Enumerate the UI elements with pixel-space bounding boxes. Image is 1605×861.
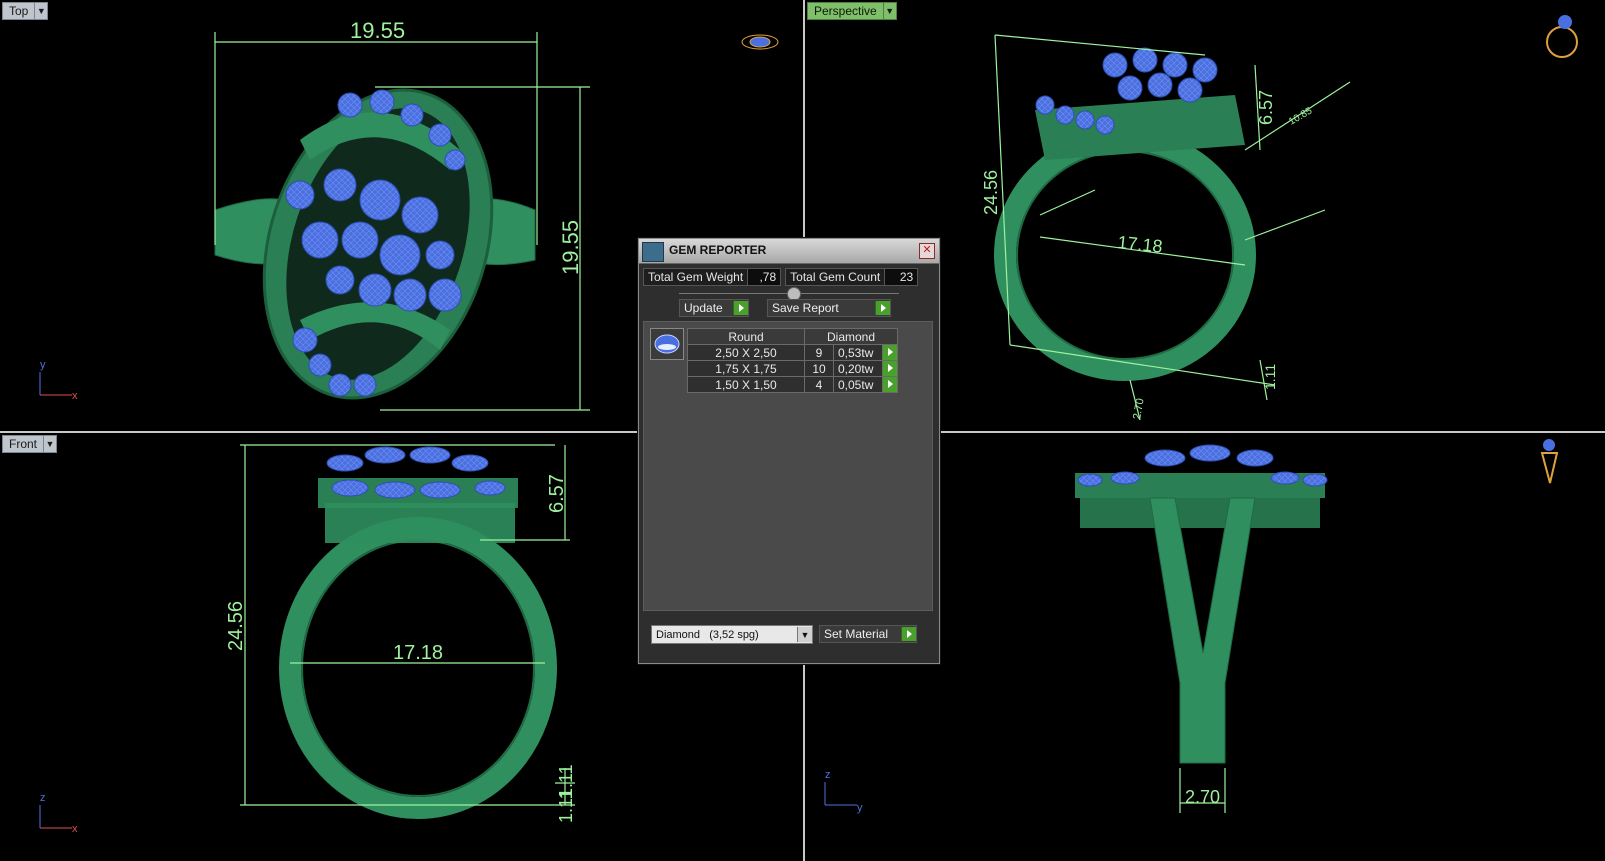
play-icon[interactable] bbox=[882, 360, 898, 377]
close-icon[interactable]: ✕ bbox=[919, 243, 935, 259]
table-row[interactable]: 1,50 X 1,50 4 0,05tw bbox=[687, 376, 898, 393]
column-header-shape: Round bbox=[687, 328, 805, 345]
dim-top-height: 19.55 bbox=[558, 220, 583, 275]
dim-persp-depth: 10.85 bbox=[1287, 105, 1315, 127]
gem-weight: 0,53tw bbox=[833, 344, 883, 361]
dim-persp-height: 24.56 bbox=[981, 170, 1001, 215]
dialog-title: GEM REPORTER bbox=[669, 243, 767, 257]
column-header-material: Diamond bbox=[804, 328, 898, 345]
chevron-down-icon[interactable]: ▼ bbox=[797, 627, 812, 642]
play-icon[interactable] bbox=[882, 376, 898, 393]
viewport-label: Perspective bbox=[807, 2, 884, 20]
dim-top-width: 19.55 bbox=[350, 18, 405, 43]
total-count-label: Total Gem Count bbox=[790, 270, 881, 284]
play-icon[interactable] bbox=[901, 627, 916, 641]
svg-text:z: z bbox=[825, 769, 831, 781]
svg-text:z: z bbox=[40, 792, 46, 804]
gem-weight: 0,05tw bbox=[833, 376, 883, 393]
save-report-button[interactable]: Save Report bbox=[767, 299, 891, 317]
round-gem-icon[interactable] bbox=[650, 328, 684, 360]
save-report-label: Save Report bbox=[772, 301, 839, 315]
dim-persp-inner: 17.18 bbox=[1117, 232, 1164, 257]
total-weight: Total Gem Weight ,78 bbox=[643, 268, 782, 286]
viewport-tab-front[interactable]: Front ▼ bbox=[2, 435, 58, 453]
update-button[interactable]: Update bbox=[679, 299, 749, 317]
total-count: Total Gem Count 23 bbox=[785, 268, 919, 286]
axis-indicator bbox=[39, 805, 72, 829]
set-material-button[interactable]: Set Material bbox=[819, 625, 917, 643]
chevron-down-icon[interactable]: ▼ bbox=[35, 2, 49, 20]
material-value: Diamond (3,52 spg) bbox=[656, 628, 759, 641]
gem-count: 9 bbox=[804, 344, 834, 361]
dialog-titlebar[interactable]: GEM REPORTER ✕ bbox=[639, 239, 939, 264]
total-count-value: 23 bbox=[884, 269, 918, 285]
gem-count: 4 bbox=[804, 376, 834, 393]
play-icon[interactable] bbox=[733, 301, 748, 315]
table-row[interactable]: 1,75 X 1,75 10 0,20tw bbox=[687, 360, 898, 377]
total-weight-value: ,78 bbox=[747, 269, 781, 285]
total-weight-label: Total Gem Weight bbox=[648, 270, 744, 284]
material-select[interactable]: Diamond (3,52 spg) ▼ bbox=[651, 625, 813, 644]
svg-text:x: x bbox=[72, 390, 78, 402]
axis-indicator bbox=[824, 782, 857, 806]
gem-size: 1,75 X 1,75 bbox=[687, 360, 805, 377]
dim-front-top: 6.57 bbox=[546, 474, 568, 513]
gem-weight: 0,20tw bbox=[833, 360, 883, 377]
gem-count: 10 bbox=[804, 360, 834, 377]
table-row[interactable]: 2,50 X 2,50 9 0,53tw bbox=[687, 344, 898, 361]
viewport-label: Top bbox=[2, 2, 36, 20]
gem-stats: Total Gem Weight ,78 Total Gem Count 23 bbox=[643, 268, 935, 286]
viewport-tab-top[interactable]: Top ▼ bbox=[2, 2, 49, 20]
splitter[interactable] bbox=[679, 287, 899, 301]
side-view-icon bbox=[1540, 439, 1559, 484]
viewport-label: Front bbox=[2, 435, 45, 453]
dim-front-height: 24.56 bbox=[225, 601, 247, 651]
gem-size: 2,50 X 2,50 bbox=[687, 344, 805, 361]
chevron-down-icon[interactable]: ▼ bbox=[44, 435, 58, 453]
viewport-tab-perspective[interactable]: Perspective ▼ bbox=[807, 2, 897, 20]
set-material-label: Set Material bbox=[824, 627, 889, 641]
dim-front-shank: 1.11 bbox=[556, 789, 576, 823]
gem-list-panel: Round Diamond 2,50 X 2,50 9 0,53tw 1,75 … bbox=[643, 321, 933, 611]
svg-text:y: y bbox=[40, 359, 46, 371]
dim-front-inner: 17.18 bbox=[393, 642, 443, 664]
gem-reporter-icon bbox=[642, 242, 664, 262]
gem-table: Round Diamond 2,50 X 2,50 9 0,53tw 1,75 … bbox=[687, 328, 898, 393]
dim-persp-shank: 2.70 bbox=[1131, 397, 1147, 420]
axis-indicator bbox=[39, 372, 72, 396]
update-label: Update bbox=[684, 301, 723, 315]
ring-view-icon bbox=[1546, 15, 1578, 58]
view-cube-icon bbox=[741, 34, 779, 50]
gem-reporter-dialog[interactable]: GEM REPORTER ✕ Total Gem Weight ,78 Tota… bbox=[638, 238, 940, 664]
svg-text:y: y bbox=[857, 802, 863, 814]
play-icon[interactable] bbox=[882, 344, 898, 361]
dim-side-shank: 2.70 bbox=[1185, 787, 1220, 807]
svg-text:x: x bbox=[72, 823, 78, 835]
dim-persp-band: 1.11 bbox=[1262, 364, 1278, 390]
play-icon[interactable] bbox=[875, 301, 890, 315]
gem-size: 1,50 X 1,50 bbox=[687, 376, 805, 393]
dim-persp-top: 6.57 bbox=[1256, 90, 1276, 125]
chevron-down-icon[interactable]: ▼ bbox=[883, 2, 897, 20]
